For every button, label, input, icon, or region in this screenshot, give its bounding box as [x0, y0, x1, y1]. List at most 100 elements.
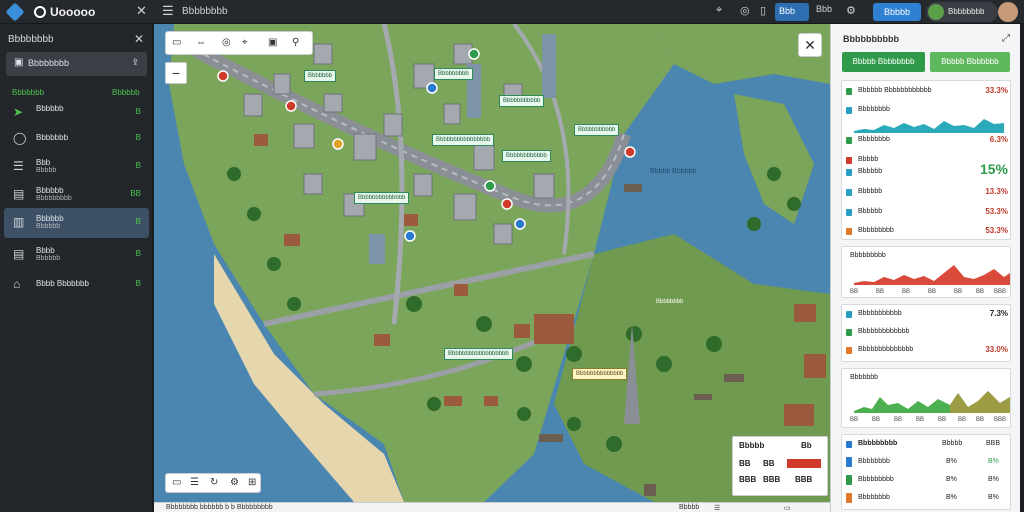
sidebar-close-icon[interactable]: ✕ [134, 32, 144, 46]
legend-swatch [846, 189, 852, 196]
layers-icon[interactable]: ▭ [172, 477, 181, 488]
settings-icon[interactable]: ⚙ [846, 4, 856, 17]
camera-icon[interactable]: ▣ [268, 37, 277, 48]
chart-card-1: Bbbbbbbbb BB BB BB BB BB BB BBB [841, 246, 1011, 298]
legend-swatch [846, 493, 852, 503]
primary-button[interactable]: Bbbbb [873, 3, 921, 21]
table-cell: Bbbbbbbb [858, 494, 890, 501]
x-tick: BB [976, 289, 985, 295]
status-text: Bbbbbbbb bbbbbb b b Bbbbbbbbb [166, 504, 273, 511]
sidebar-item-count: BB [130, 189, 141, 198]
sidebar-item-7[interactable]: ⌂ Bbbb Bbbbbbb B [4, 270, 149, 298]
layers-icon[interactable]: ▭ [172, 37, 181, 48]
sidebar-item-sublabel: Bbbbbb [36, 255, 61, 262]
layers-icon[interactable]: ▭ [784, 504, 791, 512]
sidebar-item-sublabel: Bbbbb [36, 167, 57, 174]
metric-row[interactable]: Bbbbbbbbb 53.3% [846, 226, 1008, 238]
user-name: Bbbbbbbb [948, 7, 985, 16]
tab-active-label: Bbb [779, 6, 796, 16]
map-label[interactable]: Bbbbbbbbbbbbbbbb [432, 134, 495, 146]
expand-icon[interactable]: ⤢ [1002, 33, 1010, 44]
primary-action-button[interactable]: Bbbbb Bbbbbbbb [842, 52, 925, 72]
list-icon: ☰ [13, 159, 24, 173]
compass-icon[interactable]: ◎ [740, 4, 750, 17]
refresh-icon[interactable]: ↻ [210, 477, 218, 488]
plus-icon[interactable]: ⊞ [248, 477, 256, 488]
table-cell: B% [946, 494, 957, 501]
popup-cell: BB [739, 459, 751, 468]
sidebar-item-3[interactable]: ☰ Bbb Bbbbb B [4, 152, 149, 180]
route-icon[interactable]: ⚲ [292, 37, 299, 48]
table-header-label: Bbbbbbbbb [858, 440, 898, 447]
bookmark-icon[interactable]: ▯ [760, 4, 766, 17]
map-close-button[interactable]: ✕ [798, 33, 822, 57]
map-label[interactable]: Bbbbbbbbb [434, 68, 473, 80]
app-logo-icon [5, 2, 25, 22]
sidebar-item-2[interactable]: ◯ Bbbbbbb B [4, 124, 149, 152]
table-row[interactable]: Bbbbbbbbb B% B% [846, 475, 1008, 487]
building-icon: ▥ [13, 215, 25, 229]
chart-title-row: Bbbbbbbbb [846, 251, 1008, 263]
metric-label: Bbbbbb [858, 208, 883, 215]
sidebar-item-count: B [135, 161, 141, 170]
sidebar-search[interactable]: ▣ Bbbbbbbb ⇪ [6, 52, 147, 76]
move-icon[interactable]: ⇔ [196, 37, 206, 48]
metric-label: Bbbbb [858, 156, 879, 163]
map-label[interactable]: Bbbbbbbbbbbbbb [572, 368, 628, 380]
metric-row[interactable]: Bbbbbbbbbbbbbb 33.0% [846, 345, 1008, 357]
map-canvas[interactable] [154, 24, 830, 502]
metric-value: 13.3% [985, 187, 1008, 196]
metric-row[interactable]: Bbbbbb Bbbbbbbbbbbb 33.3% [846, 86, 1008, 98]
upload-icon[interactable]: ⇪ [131, 57, 139, 68]
metric-row[interactable]: Bbbbbbbbbbbbb [846, 327, 1008, 339]
user-menu[interactable]: Bbbbbbbb [926, 2, 998, 22]
sidebar-item-1[interactable]: ➤ Bbbbbb B [4, 98, 149, 126]
pin-icon[interactable]: ⌖ [716, 4, 722, 17]
app-mark-icon [34, 6, 46, 18]
secondary-action-button[interactable]: Bbbbb Bbbbbbb [930, 52, 1010, 72]
scrollbar[interactable] [1020, 24, 1024, 512]
map-label[interactable]: Bbbbbbbbbbbbbbbbbb [444, 348, 513, 360]
sidebar-item-5[interactable]: ▥ Bbbbbb Bbbbbb B [4, 208, 149, 238]
map-label[interactable]: Bbbbbbbbbbb [574, 124, 620, 136]
water-label: Bbbbb Bbbbbb [650, 168, 697, 175]
location-icon: ▣ [14, 57, 24, 68]
data-table: Bbbbbbbbb Bbbbb BBB Bbbbbbbb B% B% Bbbbb… [841, 434, 1011, 510]
metric-row[interactable]: Bbbbbb 15% [846, 161, 1008, 179]
map-label[interactable]: Bbbbbbbbbbbbbb [354, 192, 410, 204]
sidebar-item-6[interactable]: ▤ Bbbb Bbbbbb B [4, 240, 149, 268]
sidebar-item-4[interactable]: ▤ Bbbbbb Bbbbbbbbb BB [4, 180, 149, 208]
target-icon[interactable]: ◎ [222, 37, 231, 48]
stack-icon[interactable]: ☰ [190, 477, 199, 488]
table-row[interactable]: Bbbbbbbb B% B% [846, 457, 1008, 469]
file-icon: ▤ [13, 247, 25, 261]
map-view[interactable]: ▭ ⇔ ◎ ⌖ ▣ ⚲ − ✕ Bbbbbbb Bbbbbbbbb Bbbbbb… [154, 24, 830, 502]
table-row[interactable]: Bbbbbbbb B% B% [846, 493, 1008, 505]
legend-swatch [846, 441, 852, 448]
x-tick: BB [894, 417, 903, 423]
metric-row[interactable]: Bbbbbb 53.3% [846, 207, 1008, 219]
close-icon[interactable]: ✕ [136, 3, 147, 19]
list-icon[interactable]: ☰ [714, 504, 720, 512]
panel-title: Bbbbbbbbbb [843, 34, 899, 44]
chart-card-2: Bbbbbbb BB BB BB BB BB BB BB BBB [841, 368, 1011, 428]
sidebar-header: Bbbbbbbb [8, 34, 54, 45]
metric-label: Bbbbbbbbb [858, 227, 894, 234]
map-label[interactable]: Bbbbbbbbbbb [499, 95, 545, 107]
map-label[interactable]: Bbbbbbb [304, 70, 337, 82]
circle-icon: ◯ [13, 131, 27, 145]
pin-icon[interactable]: ⌖ [242, 37, 248, 48]
metric-row[interactable]: Bbbbbbbb 6.3% [846, 135, 1008, 147]
metric-row[interactable]: Bbbbbb 13.3% [846, 187, 1008, 199]
metric-row[interactable]: Bbbbbbbbbbb 7.3% [846, 309, 1008, 321]
x-tick: BB [976, 417, 985, 423]
profile-avatar[interactable] [998, 2, 1018, 22]
tab-active[interactable]: Bbb [775, 3, 809, 21]
menu-icon[interactable]: ☰ [162, 3, 174, 19]
legend-swatch [846, 137, 852, 144]
table-header-col2: BBB [986, 440, 1001, 447]
settings-icon[interactable]: ⚙ [230, 477, 239, 488]
map-label[interactable]: Bbbbbbbbbbbb [502, 150, 551, 162]
table-cell: Bbbbbbbb [858, 458, 890, 465]
zoom-out-button[interactable]: − [165, 62, 187, 84]
